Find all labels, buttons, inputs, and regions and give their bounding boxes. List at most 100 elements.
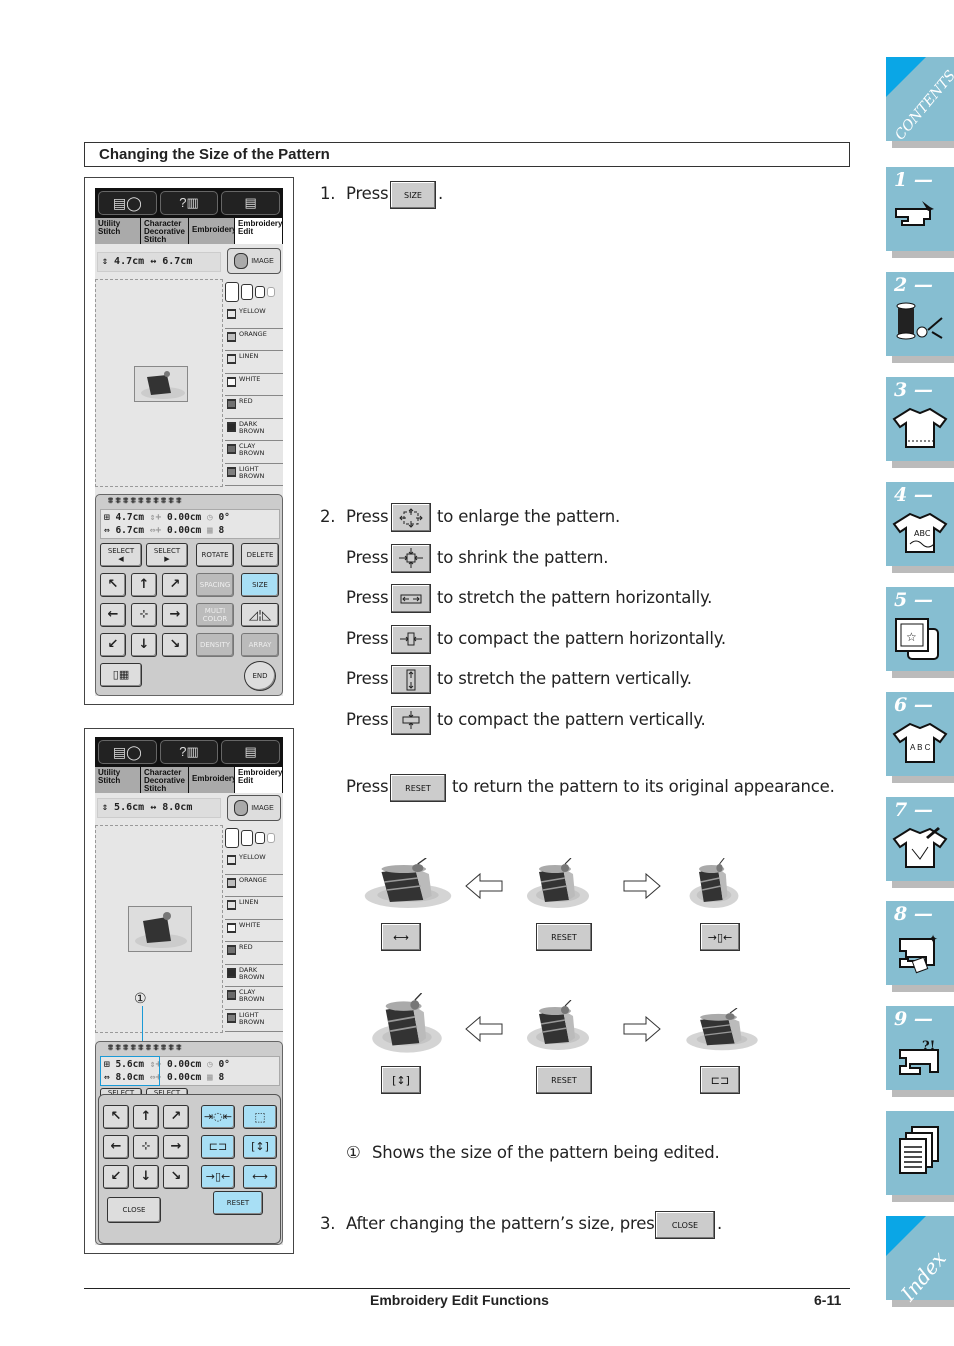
size-button[interactable]: SIZE [241, 573, 279, 597]
move-up-right-button[interactable]: ↗ [162, 573, 188, 597]
tab-embroidery[interactable]: Embroidery [189, 767, 236, 793]
tab-character-decorative[interactable]: Character Decorative Stitch [141, 218, 189, 244]
thread-color-item[interactable]: DARK BROWN [225, 965, 283, 987]
move-down-button[interactable]: ↓ [131, 633, 157, 657]
move-down-right-button[interactable]: ↘ [162, 633, 188, 657]
move-down-button[interactable]: ↓ [133, 1165, 159, 1189]
compact-horizontal-button[interactable]: →▯← [201, 1165, 235, 1189]
move-down-right-button[interactable]: ↘ [163, 1165, 189, 1189]
thread-color-item[interactable]: YELLOW [225, 306, 283, 329]
size-width: 8.0cm [162, 802, 193, 813]
help-button[interactable]: ?▥ [159, 191, 219, 215]
thread-color-item[interactable]: LINEN [225, 897, 283, 920]
chapter-tab-1[interactable]: 1 — [886, 167, 954, 258]
chapter-tab-2[interactable]: 2 — [886, 272, 954, 363]
move-left-button[interactable]: ← [100, 603, 126, 627]
select-prev-button[interactable]: SELECT ◀ [100, 543, 142, 567]
stretch-vertical-button[interactable]: [↕] [243, 1135, 277, 1159]
reset-button[interactable]: RESET [213, 1191, 263, 1215]
move-right-button[interactable]: → [163, 1135, 189, 1159]
thread-color-item[interactable]: CLAY BROWN [225, 987, 283, 1010]
move-left-button[interactable]: ← [103, 1135, 129, 1159]
tab-shadow [892, 356, 954, 363]
move-up-button[interactable]: ↑ [133, 1105, 159, 1129]
move-down-left-button[interactable]: ↙ [103, 1165, 129, 1189]
footer-divider [84, 1288, 850, 1289]
help-machine-icon: ?▥ [179, 195, 199, 210]
triangle-left-icon: ◀ [118, 555, 124, 563]
rotate-button[interactable]: ROTATE [196, 543, 234, 567]
select-next-button[interactable]: SELECT ▶ [146, 543, 188, 567]
delete-button[interactable]: DELETE [241, 543, 279, 567]
chapter-tab-9[interactable]: 9 —?! [886, 1006, 954, 1097]
pattern-canvas[interactable] [95, 279, 223, 487]
chapter-tab-4[interactable]: 4 — ABC [886, 482, 954, 573]
manual-button[interactable]: ▤◯ [98, 740, 157, 764]
tab-embroidery[interactable]: Embroidery [189, 218, 236, 244]
mirror-button[interactable]: ◿¦◺ [241, 603, 279, 627]
spacing-button[interactable]: SPACING [196, 573, 234, 597]
shrink-button[interactable]: ⇥◌⇤ [201, 1105, 235, 1129]
move-up-button[interactable]: ↑ [131, 573, 157, 597]
thread-color-item[interactable]: DARK BROWN [225, 419, 283, 441]
thread-color-item[interactable]: ORANGE [225, 875, 283, 897]
chapter-tab-index[interactable]: Index [886, 1216, 954, 1307]
chapter-tab-5[interactable]: 5 — ☆ [886, 587, 954, 678]
tab-utility-stitch[interactable]: Utility Stitch [95, 218, 141, 244]
manual-button[interactable]: ▤◯ [98, 191, 157, 215]
chapter-tab-appendix[interactable] [886, 1111, 954, 1202]
thread-color-item[interactable]: RED [225, 396, 283, 419]
page-number: 6-11 [814, 1292, 842, 1308]
thread-color-item[interactable]: YELLOW [225, 852, 283, 875]
move-center-button[interactable]: ⊹ [133, 1135, 159, 1159]
thread-color-item[interactable]: CLAY BROWN [225, 441, 283, 464]
settings-button[interactable]: ▤ [221, 740, 281, 764]
move-down-left-button[interactable]: ↙ [100, 633, 126, 657]
move-right-button[interactable]: → [162, 603, 188, 627]
tab-embroidery-edit[interactable]: Embroidery Edit [235, 218, 283, 244]
compact-vertical-button[interactable]: ⊏⊐ [201, 1135, 235, 1159]
thread-color-item[interactable]: LIGHT BROWN [225, 464, 283, 486]
chapter-tab-6[interactable]: 6 — A B C [886, 692, 954, 783]
chapter-number: 4 — [894, 484, 933, 506]
stretch-horizontal-button[interactable]: ⟷ [243, 1165, 277, 1189]
chapter-tab-contents[interactable]: CONTENTS [886, 57, 954, 148]
thread-palette-button[interactable]: ▯▦ [100, 663, 142, 687]
array-button[interactable]: ARRAY [241, 633, 279, 657]
thread-color-item[interactable]: WHITE [225, 374, 283, 396]
section-title: Changing the Size of the Pattern [84, 142, 850, 167]
svg-text:A B C: A B C [910, 743, 931, 752]
move-center-button[interactable]: ⊹ [131, 603, 157, 627]
thread-color-name: ORANGE [239, 875, 267, 884]
pattern-canvas[interactable]: ① [95, 825, 223, 1066]
thread-spool-icon [227, 855, 236, 865]
move-up-left-button[interactable]: ↖ [100, 573, 126, 597]
tab-utility-stitch[interactable]: Utility Stitch [95, 767, 141, 793]
thread-color-name: LINEN [239, 352, 259, 360]
enlarge-icon [399, 507, 423, 528]
close-button[interactable]: CLOSE [107, 1197, 161, 1223]
cake-original [525, 857, 591, 915]
thread-color-item[interactable]: RED [225, 942, 283, 965]
density-button[interactable]: DENSITY [196, 633, 234, 657]
reset-button-reference: RESET [536, 1066, 592, 1094]
tab-character-decorative[interactable]: Character Decorative Stitch [141, 767, 189, 793]
tab-embroidery-edit[interactable]: Embroidery Edit [235, 767, 283, 793]
thread-color-name: YELLOW [239, 853, 266, 861]
thread-color-item[interactable]: LIGHT BROWN [225, 1010, 283, 1032]
help-button[interactable]: ?▥ [159, 740, 219, 764]
settings-button[interactable]: ▤ [221, 191, 281, 215]
image-button[interactable]: IMAGE [227, 795, 281, 821]
move-up-right-button[interactable]: ↗ [163, 1105, 189, 1129]
enlarge-button[interactable]: ⬚ [243, 1105, 277, 1129]
thread-color-item[interactable]: LINEN [225, 351, 283, 374]
thread-color-item[interactable]: ORANGE [225, 329, 283, 351]
multi-color-button[interactable]: MULTI COLOR [196, 603, 234, 627]
move-up-left-button[interactable]: ↖ [103, 1105, 129, 1129]
image-button[interactable]: IMAGE [227, 248, 281, 274]
chapter-tab-8[interactable]: 8 — ✦ [886, 901, 954, 992]
end-button[interactable]: END [244, 661, 276, 691]
chapter-tab-7[interactable]: 7 — [886, 797, 954, 888]
thread-color-item[interactable]: WHITE [225, 920, 283, 942]
chapter-tab-3[interactable]: 3 — [886, 377, 954, 468]
